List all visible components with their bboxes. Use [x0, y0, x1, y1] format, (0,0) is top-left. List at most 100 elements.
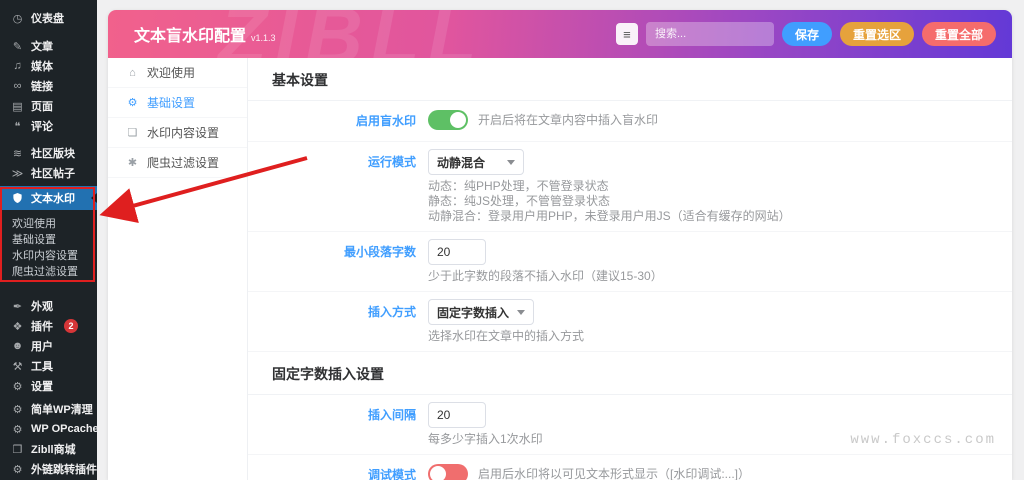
- run-mode-select[interactable]: 动静混合: [428, 149, 524, 175]
- chevron-down-icon: [507, 159, 515, 165]
- appearance-icon: ✒: [12, 300, 23, 313]
- save-button[interactable]: 保存: [781, 22, 832, 46]
- plugin-settings-card: ZIBLL 文本盲水印配置 v1.1.3 ≡ 保存 重置选区 重置全部 ⌂ 欢迎…: [108, 10, 1012, 480]
- tab-crawler-filter[interactable]: ✱ 爬虫过滤设置: [108, 148, 247, 178]
- setting-label: 启用盲水印: [355, 114, 416, 128]
- settings-content: 基本设置 启用盲水印 开启后将在文章内容中插入盲水印 运行模式 动静混合 动态：…: [248, 58, 1012, 480]
- submenu-item-basic-settings[interactable]: 基础设置: [0, 232, 97, 248]
- gear-icon: ⚙: [12, 423, 23, 436]
- bug-icon: ✱: [127, 157, 138, 169]
- forum-sections-icon: ≋: [12, 147, 23, 160]
- sidebar-item-appearance[interactable]: ✒ 外观: [0, 296, 97, 316]
- search-input[interactable]: [645, 22, 774, 46]
- cart-icon: ❒: [12, 443, 23, 456]
- sidebar-item-dashboard[interactable]: ◷ 仪表盘: [0, 8, 97, 28]
- setting-desc: 少于此字数的段落不插入水印（建议15-30）: [428, 269, 663, 283]
- link-icon: ∞: [13, 80, 22, 92]
- text-watermark-submenu: 欢迎使用 基础设置 水印内容设置 爬虫过滤设置: [0, 210, 97, 286]
- sidebar-item-text-watermark[interactable]: 文本水印: [0, 186, 97, 210]
- submenu-item-welcome[interactable]: 欢迎使用: [0, 216, 97, 232]
- title-wrap: 文本盲水印配置 v1.1.3: [134, 22, 276, 46]
- setting-label: 最小段落字数: [343, 245, 416, 259]
- sidebar-item-forum-sections[interactable]: ≋ 社区版块: [0, 143, 97, 163]
- setting-row-enable-watermark: 启用盲水印 开启后将在文章内容中插入盲水印: [248, 101, 1012, 142]
- setting-label: 插入间隔: [367, 408, 416, 422]
- sidebar-item-label: 媒体: [31, 61, 53, 73]
- enable-watermark-toggle[interactable]: [428, 110, 468, 130]
- insert-interval-input[interactable]: [428, 402, 486, 428]
- sidebar-item-wp-cleanup[interactable]: ⚙ 简单WP清理: [0, 399, 97, 419]
- sidebar-item-users[interactable]: ☻ 用户: [0, 336, 97, 356]
- reset-selection-button[interactable]: 重置选区: [839, 22, 914, 46]
- sidebar-item-label: 页面: [31, 101, 53, 113]
- sidebar-item-posts[interactable]: ✎ 文章: [0, 36, 97, 56]
- setting-label: 运行模式: [367, 155, 416, 169]
- sidebar-item-label: 外观: [31, 301, 53, 313]
- sidebar-item-label: 社区版块: [31, 148, 75, 160]
- sidebar-item-pages[interactable]: ▤ 页面: [0, 96, 97, 116]
- home-icon: ⌂: [129, 66, 136, 79]
- insert-method-select[interactable]: 固定字数插入: [428, 299, 535, 325]
- submenu-item-crawler-filter[interactable]: 爬虫过滤设置: [0, 264, 97, 280]
- sidebar-item-wp-opcache[interactable]: ⚙ WP OPcache: [0, 419, 99, 439]
- sidebar-item-tools[interactable]: ⚒ 工具: [0, 356, 97, 376]
- setting-row-insert-interval: 插入间隔 每多少字插入1次水印: [248, 395, 1012, 455]
- debug-mode-toggle[interactable]: [428, 464, 468, 480]
- header-actions: ≡ 保存 重置选区 重置全部: [615, 22, 996, 46]
- sidebar-item-zibll-shop[interactable]: ❒ Zibll商城: [0, 439, 97, 459]
- plugins-update-badge: 2: [64, 319, 78, 333]
- gear-icon: ⚙: [12, 403, 23, 416]
- sidebar-item-forum-posts[interactable]: ≫ 社区帖子: [0, 163, 97, 183]
- tab-basic-settings[interactable]: ⚙ 基础设置: [108, 88, 247, 118]
- sidebar-item-label: WP OPcache: [31, 423, 99, 435]
- tab-label: 爬虫过滤设置: [147, 156, 220, 170]
- reset-all-button[interactable]: 重置全部: [921, 22, 996, 46]
- anchor-list-icon[interactable]: ≡: [615, 23, 638, 45]
- setting-desc: 选择水印在文章中的插入方式: [428, 329, 585, 343]
- setting-desc: 启用后水印将以可见文本形式显示（[水印调试:...]）: [478, 466, 751, 480]
- settings-icon: ⚙: [12, 380, 23, 393]
- sidebar-item-label: 评论: [31, 121, 53, 133]
- min-words-input[interactable]: [428, 239, 486, 265]
- sidebar-item-label: Zibll商城: [31, 444, 76, 456]
- setting-label: 插入方式: [367, 305, 416, 319]
- sidebar-item-media[interactable]: ♫ 媒体: [0, 56, 97, 76]
- sidebar-item-label: 外链跳转插件: [31, 464, 97, 476]
- tab-watermark-content[interactable]: ❏ 水印内容设置: [108, 118, 247, 148]
- setting-desc: 开启后将在文章内容中插入盲水印: [478, 112, 659, 127]
- sidebar-item-external-link-plugin[interactable]: ⚙ 外链跳转插件: [0, 459, 97, 479]
- page-title: 文本盲水印配置: [134, 28, 247, 45]
- plugin-header: ZIBLL 文本盲水印配置 v1.1.3 ≡ 保存 重置选区 重置全部: [108, 10, 1012, 58]
- sidebar-item-label: 简单WP清理: [31, 404, 93, 416]
- selected-option: 固定字数插入: [437, 305, 510, 320]
- submenu-item-watermark-content[interactable]: 水印内容设置: [0, 248, 97, 264]
- version-badge: v1.1.3: [251, 33, 276, 43]
- sidebar-item-label: 文章: [31, 41, 53, 53]
- setting-row-insert-method: 插入方式 固定字数插入 选择水印在文章中的插入方式: [248, 292, 1012, 352]
- users-icon: ☻: [11, 340, 24, 352]
- sidebar-item-plugins[interactable]: ❖ 插件 2: [0, 316, 97, 336]
- sidebar-item-label: 设置: [31, 381, 53, 393]
- pages-icon: ▤: [12, 100, 23, 113]
- tab-welcome[interactable]: ⌂ 欢迎使用: [108, 58, 247, 88]
- selected-option: 动静混合: [437, 155, 486, 170]
- gear-icon: ⚙: [127, 97, 138, 109]
- gear-icon: ⚙: [12, 463, 23, 476]
- section-title-fixed-insert: 固定字数插入设置: [248, 352, 1012, 395]
- setting-row-min-words: 最小段落字数 少于此字数的段落不插入水印（建议15-30）: [248, 232, 1012, 292]
- sidebar-item-links[interactable]: ∞ 链接: [0, 76, 97, 96]
- sidebar-item-label: 文本水印: [31, 193, 75, 205]
- setting-desc: 静态：纯JS处理，不管管登录状态: [428, 194, 611, 208]
- sidebar-item-label: 链接: [31, 81, 53, 93]
- tab-label: 欢迎使用: [147, 66, 196, 80]
- document-icon: ❏: [127, 127, 138, 139]
- forum-posts-icon: ≫: [11, 167, 24, 180]
- tab-label: 水印内容设置: [147, 126, 220, 140]
- sidebar-item-settings[interactable]: ⚙ 设置: [0, 376, 97, 396]
- media-icon: ♫: [13, 60, 22, 72]
- sidebar-item-label: 插件: [31, 321, 53, 333]
- plugins-icon: ❖: [12, 320, 23, 333]
- shield-icon: [11, 192, 24, 204]
- setting-label: 调试模式: [367, 468, 416, 480]
- sidebar-item-comments[interactable]: ❝ 评论: [0, 116, 97, 136]
